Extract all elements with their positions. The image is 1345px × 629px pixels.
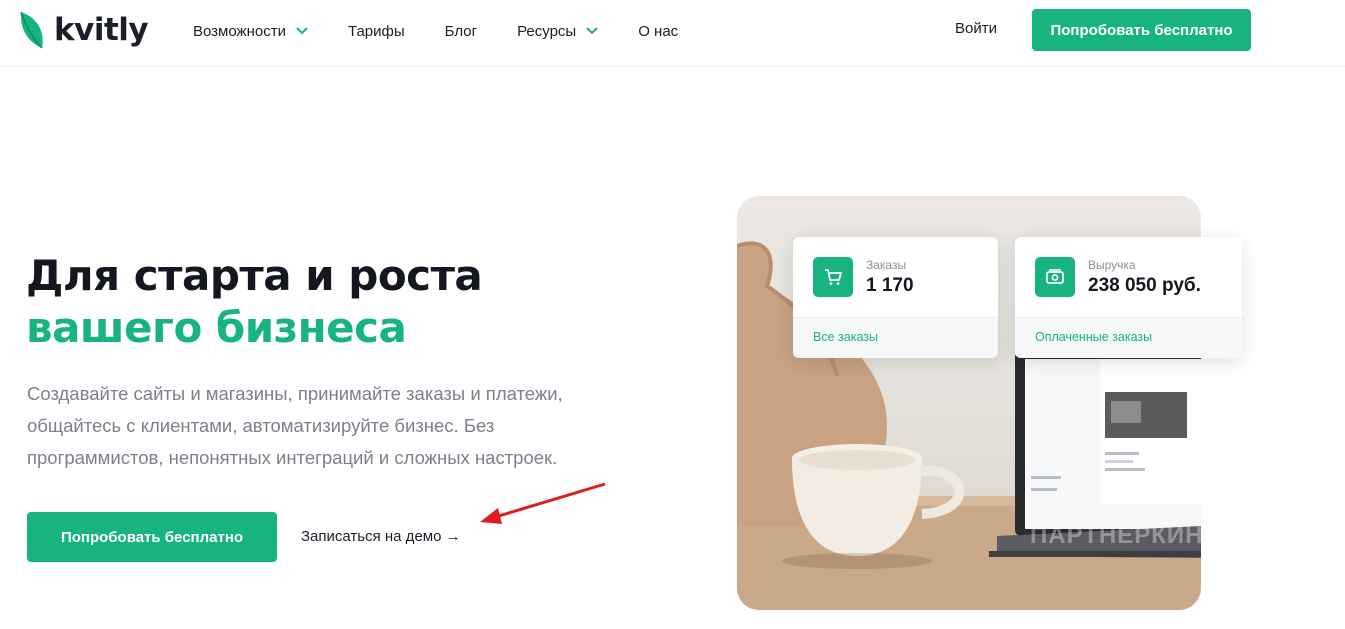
chevron-down-icon bbox=[586, 27, 598, 35]
nav-item-features[interactable]: Возможности bbox=[193, 23, 308, 40]
nav-item-label: Возможности bbox=[193, 22, 286, 40]
main-nav: Возможности Тарифы Блог Ресурсы О нас bbox=[193, 20, 718, 42]
nav-item-blog[interactable]: Блог bbox=[445, 23, 477, 40]
stat-value: 1 170 bbox=[866, 275, 914, 296]
hero-lead: Создавайте сайты и магазины, принимайте … bbox=[27, 383, 563, 468]
nav-item-pricing[interactable]: Тарифы bbox=[348, 23, 405, 40]
hero-title: Для старта и роста вашего бизнеса bbox=[26, 250, 483, 354]
nav-item-label: Тарифы bbox=[347, 22, 405, 40]
stat-card-revenue: Выручка 238 050 руб. Оплаченные заказы bbox=[1015, 237, 1242, 358]
stat-value: 238 050 руб. bbox=[1088, 275, 1201, 296]
hero-title-line1: Для старта и роста bbox=[26, 251, 483, 300]
watermark-text: ПАРТНЕРКИН bbox=[1030, 522, 1204, 549]
cart-icon bbox=[813, 257, 853, 297]
nav-item-label: О нас bbox=[638, 22, 679, 40]
money-icon bbox=[1035, 257, 1075, 297]
stat-label: Заказы bbox=[866, 258, 907, 272]
nav-item-label: Блог bbox=[444, 22, 478, 40]
nav-item-resources[interactable]: Ресурсы bbox=[517, 23, 598, 40]
all-orders-link[interactable]: Все заказы bbox=[813, 330, 878, 344]
stat-label: Выручка bbox=[1088, 258, 1136, 272]
hero-title-line2: вашего бизнеса bbox=[26, 303, 407, 352]
red-arrow-annotation bbox=[480, 482, 606, 524]
nav-item-label: Ресурсы bbox=[517, 22, 577, 40]
chevron-down-icon bbox=[296, 27, 308, 35]
leaf-logo-icon bbox=[20, 11, 43, 49]
stat-card-footer: Все заказы bbox=[793, 317, 998, 358]
stat-card-orders: Заказы 1 170 Все заказы bbox=[793, 237, 998, 358]
paid-orders-link[interactable]: Оплаченные заказы bbox=[1035, 330, 1152, 344]
nav-item-about[interactable]: О нас bbox=[638, 23, 678, 40]
book-demo-link[interactable]: Записаться на демо → bbox=[301, 528, 461, 545]
try-free-hero-button[interactable]: Попробовать бесплатно bbox=[27, 512, 277, 562]
stat-card-footer: Оплаченные заказы bbox=[1015, 317, 1242, 358]
login-link[interactable]: Войти bbox=[955, 20, 997, 37]
brand-logo[interactable]: kvitly bbox=[18, 10, 149, 50]
brand-name: kvitly bbox=[54, 12, 149, 48]
try-free-header-button[interactable]: Попробовать бесплатно bbox=[1032, 9, 1251, 51]
site-header: kvitly Возможности Тарифы Блог Ресурсы О… bbox=[0, 0, 1345, 67]
